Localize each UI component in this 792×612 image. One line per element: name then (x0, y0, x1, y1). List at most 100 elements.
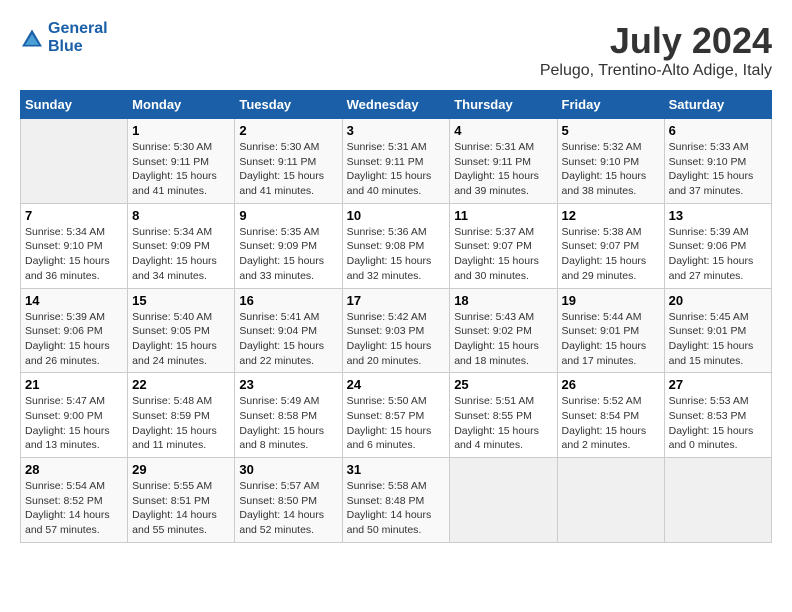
day-info: Sunrise: 5:54 AM Sunset: 8:52 PM Dayligh… (25, 479, 123, 538)
day-info: Sunrise: 5:39 AM Sunset: 9:06 PM Dayligh… (669, 225, 767, 284)
day-number: 11 (454, 208, 552, 223)
calendar-cell: 5 Sunrise: 5:32 AM Sunset: 9:10 PM Daylig… (557, 119, 664, 204)
calendar-cell: 11 Sunrise: 5:37 AM Sunset: 9:07 PM Dayli… (450, 203, 557, 288)
day-info: Sunrise: 5:30 AM Sunset: 9:11 PM Dayligh… (132, 140, 230, 199)
day-info: Sunrise: 5:53 AM Sunset: 8:53 PM Dayligh… (669, 394, 767, 453)
day-number: 10 (347, 208, 446, 223)
day-number: 26 (562, 377, 660, 392)
header: General Blue July 2024 Pelugo, Trentino-… (20, 20, 772, 80)
day-info: Sunrise: 5:32 AM Sunset: 9:10 PM Dayligh… (562, 140, 660, 199)
day-number: 12 (562, 208, 660, 223)
calendar-cell (664, 458, 771, 543)
day-info: Sunrise: 5:36 AM Sunset: 9:08 PM Dayligh… (347, 225, 446, 284)
location-title: Pelugo, Trentino-Alto Adige, Italy (540, 62, 772, 80)
logo-text: General Blue (48, 20, 108, 56)
calendar-cell: 10 Sunrise: 5:36 AM Sunset: 9:08 PM Dayli… (342, 203, 450, 288)
day-number: 24 (347, 377, 446, 392)
calendar-cell: 24Sunrise: 5:50 AM Sunset: 8:57 PM Dayli… (342, 373, 450, 458)
day-number: 4 (454, 123, 552, 138)
calendar-cell (450, 458, 557, 543)
day-info: Sunrise: 5:30 AM Sunset: 9:11 PM Dayligh… (239, 140, 337, 199)
day-info: Sunrise: 5:51 AM Sunset: 8:55 PM Dayligh… (454, 394, 552, 453)
calendar-cell: 23 Sunrise: 5:49 AM Sunset: 8:58 PM Dayli… (235, 373, 342, 458)
calendar-week-row: 1 Sunrise: 5:30 AM Sunset: 9:11 PM Daylig… (21, 119, 772, 204)
day-number: 20 (669, 293, 767, 308)
calendar-cell: 12 Sunrise: 5:38 AM Sunset: 9:07 PM Dayli… (557, 203, 664, 288)
day-info: Sunrise: 5:41 AM Sunset: 9:04 PM Dayligh… (239, 310, 337, 369)
day-number: 27 (669, 377, 767, 392)
calendar-cell: 31Sunrise: 5:58 AM Sunset: 8:48 PM Dayli… (342, 458, 450, 543)
day-number: 31 (347, 462, 446, 477)
day-info: Sunrise: 5:45 AM Sunset: 9:01 PM Dayligh… (669, 310, 767, 369)
calendar-cell: 28 Sunrise: 5:54 AM Sunset: 8:52 PM Dayli… (21, 458, 128, 543)
day-info: Sunrise: 5:55 AM Sunset: 8:51 PM Dayligh… (132, 479, 230, 538)
calendar-week-row: 21 Sunrise: 5:47 AM Sunset: 9:00 PM Dayli… (21, 373, 772, 458)
day-header-tuesday: Tuesday (235, 91, 342, 119)
calendar-cell: 22 Sunrise: 5:48 AM Sunset: 8:59 PM Dayli… (128, 373, 235, 458)
day-info: Sunrise: 5:33 AM Sunset: 9:10 PM Dayligh… (669, 140, 767, 199)
logo-icon (20, 28, 44, 48)
day-number: 5 (562, 123, 660, 138)
calendar-cell: 2 Sunrise: 5:30 AM Sunset: 9:11 PM Daylig… (235, 119, 342, 204)
day-number: 18 (454, 293, 552, 308)
day-info: Sunrise: 5:31 AM Sunset: 9:11 PM Dayligh… (347, 140, 446, 199)
calendar-cell: 14 Sunrise: 5:39 AM Sunset: 9:06 PM Dayli… (21, 288, 128, 373)
day-info: Sunrise: 5:43 AM Sunset: 9:02 PM Dayligh… (454, 310, 552, 369)
calendar-cell: 1 Sunrise: 5:30 AM Sunset: 9:11 PM Daylig… (128, 119, 235, 204)
day-number: 29 (132, 462, 230, 477)
calendar-week-row: 28 Sunrise: 5:54 AM Sunset: 8:52 PM Dayli… (21, 458, 772, 543)
day-info: Sunrise: 5:40 AM Sunset: 9:05 PM Dayligh… (132, 310, 230, 369)
day-number: 16 (239, 293, 337, 308)
day-number: 23 (239, 377, 337, 392)
day-number: 14 (25, 293, 123, 308)
day-header-friday: Friday (557, 91, 664, 119)
calendar-cell: 20 Sunrise: 5:45 AM Sunset: 9:01 PM Dayli… (664, 288, 771, 373)
day-header-wednesday: Wednesday (342, 91, 450, 119)
day-header-monday: Monday (128, 91, 235, 119)
day-number: 13 (669, 208, 767, 223)
day-info: Sunrise: 5:57 AM Sunset: 8:50 PM Dayligh… (239, 479, 337, 538)
calendar-cell (557, 458, 664, 543)
day-number: 25 (454, 377, 552, 392)
day-number: 7 (25, 208, 123, 223)
calendar-cell: 6Sunrise: 5:33 AM Sunset: 9:10 PM Daylig… (664, 119, 771, 204)
day-info: Sunrise: 5:44 AM Sunset: 9:01 PM Dayligh… (562, 310, 660, 369)
day-info: Sunrise: 5:31 AM Sunset: 9:11 PM Dayligh… (454, 140, 552, 199)
day-number: 21 (25, 377, 123, 392)
day-header-sunday: Sunday (21, 91, 128, 119)
day-info: Sunrise: 5:38 AM Sunset: 9:07 PM Dayligh… (562, 225, 660, 284)
day-number: 15 (132, 293, 230, 308)
day-header-saturday: Saturday (664, 91, 771, 119)
day-info: Sunrise: 5:37 AM Sunset: 9:07 PM Dayligh… (454, 225, 552, 284)
calendar-cell: 25 Sunrise: 5:51 AM Sunset: 8:55 PM Dayli… (450, 373, 557, 458)
calendar-cell: 7Sunrise: 5:34 AM Sunset: 9:10 PM Daylig… (21, 203, 128, 288)
day-info: Sunrise: 5:47 AM Sunset: 9:00 PM Dayligh… (25, 394, 123, 453)
day-number: 2 (239, 123, 337, 138)
calendar-week-row: 7Sunrise: 5:34 AM Sunset: 9:10 PM Daylig… (21, 203, 772, 288)
day-info: Sunrise: 5:35 AM Sunset: 9:09 PM Dayligh… (239, 225, 337, 284)
calendar-cell: 18 Sunrise: 5:43 AM Sunset: 9:02 PM Dayli… (450, 288, 557, 373)
calendar-cell: 17Sunrise: 5:42 AM Sunset: 9:03 PM Dayli… (342, 288, 450, 373)
day-number: 19 (562, 293, 660, 308)
day-number: 28 (25, 462, 123, 477)
calendar-cell: 19 Sunrise: 5:44 AM Sunset: 9:01 PM Dayli… (557, 288, 664, 373)
day-info: Sunrise: 5:48 AM Sunset: 8:59 PM Dayligh… (132, 394, 230, 453)
calendar-cell: 27 Sunrise: 5:53 AM Sunset: 8:53 PM Dayli… (664, 373, 771, 458)
calendar-cell: 8Sunrise: 5:34 AM Sunset: 9:09 PM Daylig… (128, 203, 235, 288)
calendar-header-row: SundayMondayTuesdayWednesdayThursdayFrid… (21, 91, 772, 119)
day-number: 22 (132, 377, 230, 392)
calendar-cell: 9Sunrise: 5:35 AM Sunset: 9:09 PM Daylig… (235, 203, 342, 288)
title-area: July 2024 Pelugo, Trentino-Alto Adige, I… (540, 20, 772, 80)
day-info: Sunrise: 5:49 AM Sunset: 8:58 PM Dayligh… (239, 394, 337, 453)
calendar-cell (21, 119, 128, 204)
month-title: July 2024 (540, 20, 772, 62)
calendar-cell: 26Sunrise: 5:52 AM Sunset: 8:54 PM Dayli… (557, 373, 664, 458)
calendar-cell: 3Sunrise: 5:31 AM Sunset: 9:11 PM Daylig… (342, 119, 450, 204)
day-number: 30 (239, 462, 337, 477)
calendar-cell: 21 Sunrise: 5:47 AM Sunset: 9:00 PM Dayli… (21, 373, 128, 458)
day-info: Sunrise: 5:34 AM Sunset: 9:09 PM Dayligh… (132, 225, 230, 284)
calendar-body: 1 Sunrise: 5:30 AM Sunset: 9:11 PM Daylig… (21, 119, 772, 543)
day-number: 17 (347, 293, 446, 308)
day-number: 1 (132, 123, 230, 138)
day-info: Sunrise: 5:39 AM Sunset: 9:06 PM Dayligh… (25, 310, 123, 369)
